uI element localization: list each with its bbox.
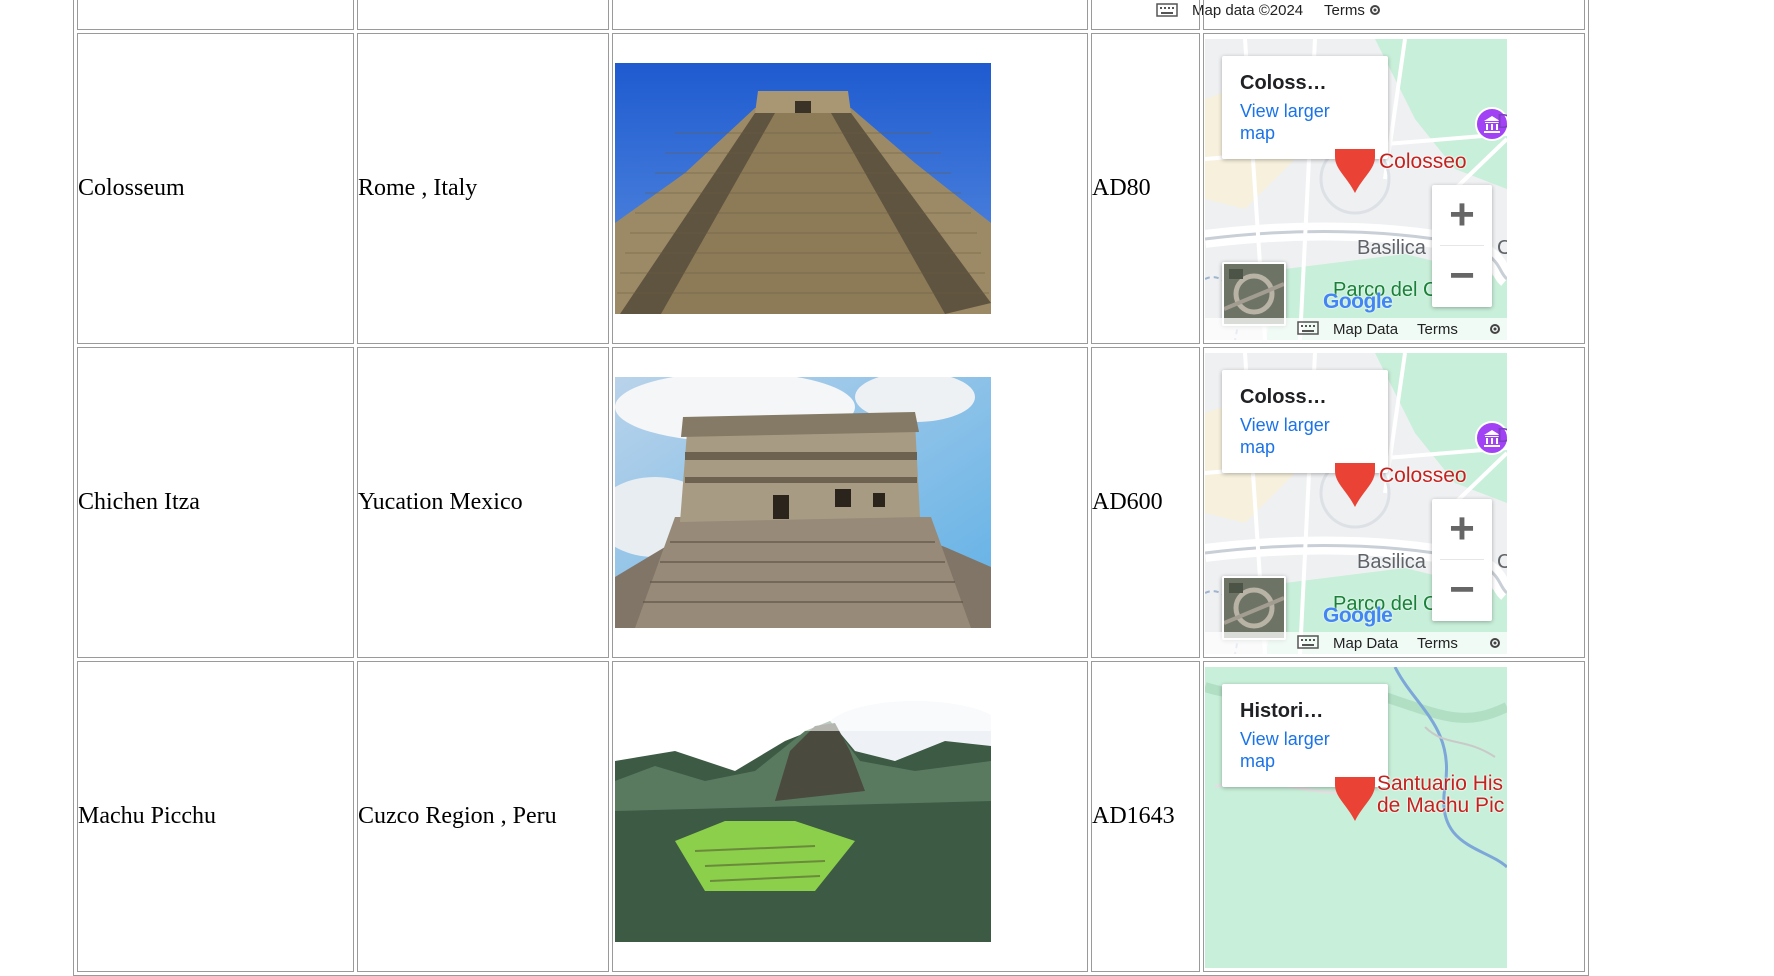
wonders-table: Colosseum Rome , Italy AD80 Coloss… View…: [73, 0, 1589, 976]
map-info-card: Histori… View larger map: [1222, 683, 1388, 787]
wonder-location: Cuzco Region , Peru: [357, 661, 609, 972]
street-label-2: C: [1497, 236, 1507, 259]
table-row: Machu Picchu Cuzco Region , Peru AD1643 …: [77, 661, 1585, 972]
place-label: Santuario His de Machu Pic: [1377, 771, 1505, 817]
terms-link[interactable]: Terms: [1417, 321, 1458, 338]
keyboard-icon[interactable]: [1297, 320, 1319, 335]
zoom-out-button[interactable]: −: [1432, 560, 1492, 620]
poi-label: D: [1497, 424, 1507, 447]
map-pin-icon[interactable]: [1335, 462, 1375, 507]
report-bug-icon[interactable]: [1488, 636, 1502, 650]
map-data-label: Map Data: [1333, 320, 1399, 338]
keyboard-icon[interactable]: [1297, 634, 1319, 649]
map-attribution: Map Data Terms: [1205, 631, 1507, 654]
place-label: Colosseo: [1379, 463, 1467, 487]
map-info-card: Coloss… View larger map: [1222, 369, 1388, 473]
zoom-in-button[interactable]: +: [1432, 499, 1492, 559]
wonder-name: Colosseum: [77, 33, 354, 344]
map-attribution: Map Data Terms: [1205, 317, 1507, 340]
table-row: [77, 0, 1585, 30]
view-larger-map-link[interactable]: View larger map: [1240, 728, 1360, 772]
table-row: Colosseum Rome , Italy AD80 Coloss… View…: [77, 33, 1585, 344]
zoom-out-button[interactable]: −: [1432, 246, 1492, 306]
wonder-year: AD1643: [1091, 661, 1200, 972]
satellite-toggle[interactable]: [1222, 575, 1286, 640]
wonder-location: Yucation Mexico: [357, 347, 609, 658]
poi-label: D: [1497, 110, 1507, 133]
wonder-year: AD80: [1091, 33, 1200, 344]
map-info-card: Coloss… View larger map: [1222, 55, 1388, 159]
embedded-map[interactable]: Histori… View larger map Santuario His d…: [1205, 666, 1507, 968]
zoom-control: + −: [1432, 498, 1492, 621]
street-label: Basilica: [1357, 236, 1426, 259]
map-pin-icon[interactable]: [1335, 776, 1375, 821]
wonder-name: Chichen Itza: [77, 347, 354, 658]
report-bug-icon[interactable]: [1488, 322, 1502, 336]
wonder-photo: [615, 63, 991, 314]
zoom-in-button[interactable]: +: [1432, 185, 1492, 245]
street-label-2: C: [1497, 550, 1507, 573]
zoom-control: + −: [1432, 184, 1492, 307]
view-larger-map-link[interactable]: View larger map: [1240, 414, 1360, 458]
place-title: Coloss…: [1240, 71, 1327, 94]
street-label: Basilica: [1357, 550, 1426, 573]
place-title: Histori…: [1240, 699, 1324, 722]
place-label: Colosseo: [1379, 149, 1467, 173]
table-row: Chichen Itza Yucation Mexico AD600 Colos…: [77, 347, 1585, 658]
embedded-map[interactable]: Coloss… View larger map Colosseo D Basil…: [1205, 38, 1507, 340]
map-data-label: Map Data: [1333, 634, 1399, 652]
wonder-photo: [615, 377, 991, 628]
embedded-map[interactable]: Coloss… View larger map Colosseo D Basil…: [1205, 352, 1507, 654]
view-larger-map-link[interactable]: View larger map: [1240, 100, 1360, 144]
google-logo: Google: [1323, 289, 1393, 313]
wonder-location: Rome , Italy: [357, 33, 609, 344]
wonder-name: Machu Picchu: [77, 661, 354, 972]
wonder-year: AD600: [1091, 347, 1200, 658]
map-pin-icon[interactable]: [1335, 148, 1375, 193]
satellite-toggle[interactable]: [1222, 261, 1286, 326]
terms-link[interactable]: Terms: [1417, 635, 1458, 652]
wonder-photo: [615, 691, 991, 942]
place-title: Coloss…: [1240, 385, 1327, 408]
google-logo: Google: [1323, 603, 1393, 627]
